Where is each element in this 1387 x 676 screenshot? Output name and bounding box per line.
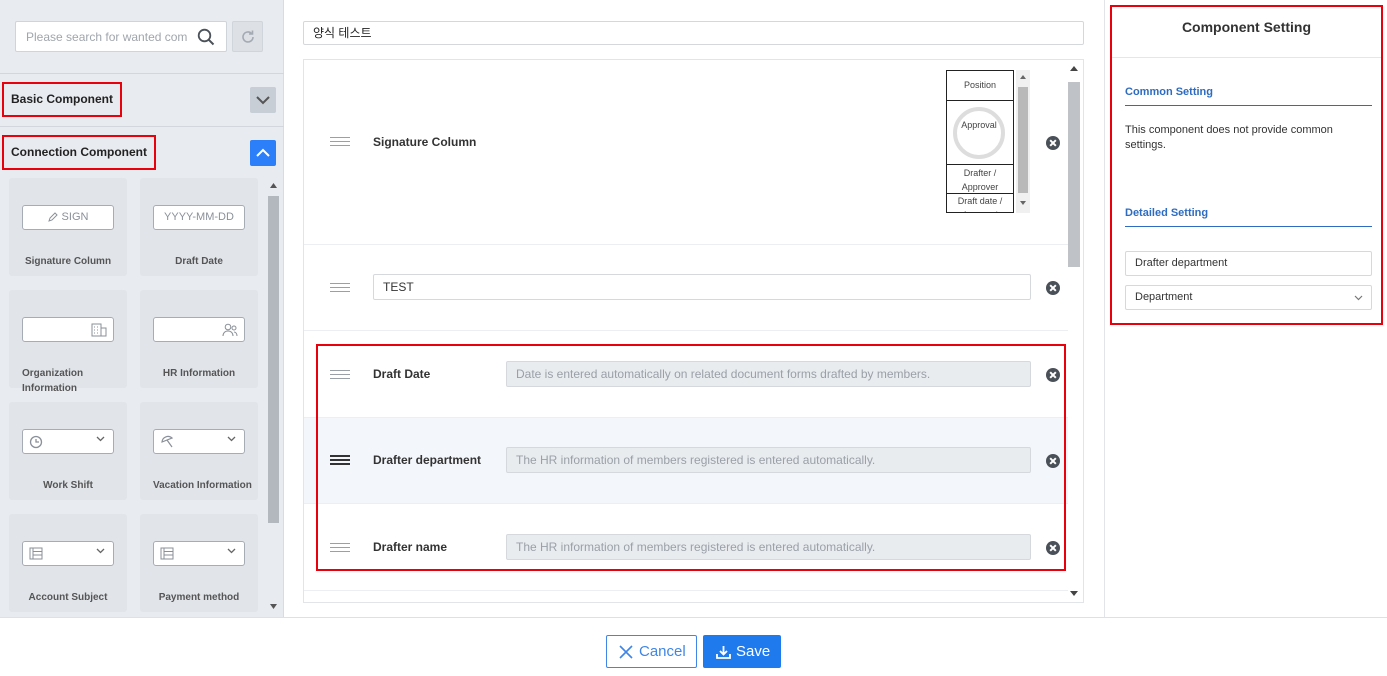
scroll-up-arrow-icon[interactable] [1020,75,1026,79]
connection-component-section[interactable]: Connection Component [0,126,284,179]
beach-umbrella-icon [161,435,174,448]
hr-preview [153,317,245,342]
component-card-hr[interactable]: HR Information [140,290,258,388]
list-icon [160,547,174,560]
account-subject-preview [22,541,114,566]
component-label: HR Information [162,368,236,379]
settings-panel: Component Setting Common Setting This co… [1104,0,1387,617]
component-label: Payment method [158,592,240,603]
component-label: Organization Information [22,368,84,394]
settings-highlight-box: Component Setting Common Setting This co… [1110,5,1383,325]
scrollbar-thumb[interactable] [268,196,279,523]
component-palette: Basic Component Connection Component SIG… [0,0,284,617]
organization-preview [22,317,114,342]
component-card-organization[interactable]: Organization Information [9,290,127,394]
remove-row-icon[interactable] [1046,281,1060,295]
form-row-signature[interactable]: Signature Column Position Approval Draft… [304,60,1068,245]
department-select[interactable]: Department [1125,285,1372,310]
chevron-down-icon [256,96,270,105]
form-row-text[interactable]: TEST [304,245,1068,331]
component-label: Signature Column [24,256,112,267]
building-icon [91,323,107,337]
scroll-up-arrow-icon[interactable] [270,183,277,188]
connection-component-label[interactable]: Connection Component [2,135,156,170]
common-setting-text: This component does not provide common s… [1125,124,1333,151]
component-card-payment-method[interactable]: Payment method [140,514,258,612]
list-icon [29,547,43,560]
palette-scrollbar[interactable] [267,178,280,615]
form-builder: Basic Component Connection Component SIG… [0,0,1387,676]
scroll-down-arrow-icon[interactable] [270,604,277,609]
sig-date: Draft date / Approval [957,196,1003,212]
people-icon [222,323,238,337]
component-card-account-subject[interactable]: Account Subject [9,514,127,612]
component-search[interactable] [15,21,227,52]
chevron-down-icon [1354,295,1363,301]
component-label: Account Subject [28,592,108,603]
drag-handle-icon[interactable] [330,283,350,293]
cancel-button[interactable]: Cancel [606,635,697,668]
scroll-down-arrow-icon[interactable] [1070,591,1078,596]
component-grid: SIGN Signature Column YYYY-MM-DD Draft D… [9,178,265,615]
close-icon [619,645,633,659]
save-button[interactable]: Save [703,635,781,668]
component-card-draft-date[interactable]: YYYY-MM-DD Draft Date [140,178,258,276]
work-shift-preview [22,429,114,454]
component-label: Vacation Information [153,480,252,491]
download-icon [716,646,731,659]
scroll-down-arrow-icon[interactable] [1020,201,1026,205]
vacation-preview [153,429,245,454]
component-card-work-shift[interactable]: Work Shift [9,402,127,500]
clock-icon [29,435,43,449]
select-value: Department [1135,291,1193,303]
label-input[interactable]: Drafter department [1125,251,1372,276]
date-preview: YYYY-MM-DD [153,205,245,230]
chevron-down-icon [96,436,105,442]
payment-method-preview [153,541,245,566]
settings-title: Component Setting [1112,7,1381,58]
sig-stamp: Approval [953,107,1005,159]
scroll-up-arrow-icon[interactable] [1070,66,1078,71]
connection-collapse-toggle[interactable] [250,140,276,166]
refresh-button[interactable] [232,21,263,52]
basic-collapse-toggle[interactable] [250,87,276,113]
scrollbar-thumb[interactable] [1018,87,1028,193]
chevron-down-icon [227,436,236,442]
basic-component-label[interactable]: Basic Component [2,82,123,117]
component-label: Draft Date [175,256,223,267]
basic-component-section[interactable]: Basic Component [0,73,284,126]
pencil-icon [48,212,58,222]
signature-preview-box: Position Approval Drafter / Approver Dra… [946,70,1014,213]
chevron-up-icon [256,148,270,157]
highlight-box-rows [316,344,1066,571]
signature-preview: SIGN [22,205,114,230]
sig-role: Drafter / Approver [947,165,1013,194]
signature-scrollbar[interactable] [1016,70,1030,213]
chevron-down-icon [96,548,105,554]
refresh-icon [242,30,254,43]
chevron-down-icon [227,548,236,554]
sig-position: Position [947,71,1013,101]
search-icon[interactable] [197,28,215,46]
component-card-signature[interactable]: SIGN Signature Column [9,178,127,276]
scrollbar-thumb[interactable] [1068,82,1080,267]
common-setting-heading: Common Setting [1125,86,1372,106]
canvas-scrollbar[interactable] [1066,60,1082,602]
search-input[interactable] [16,22,188,51]
remove-row-icon[interactable] [1046,136,1060,150]
text-field[interactable]: TEST [373,274,1031,300]
sig-stamp-cell: Approval [947,101,1013,165]
drag-handle-icon[interactable] [330,137,350,147]
form-title-input[interactable]: 양식 테스트 [303,21,1084,45]
row-label: Signature Column [373,135,477,149]
component-label: Work Shift [43,480,93,491]
detailed-setting-heading: Detailed Setting [1125,207,1372,227]
component-card-vacation[interactable]: Vacation Information [140,402,258,500]
footer-bar: Cancel Save [0,617,1387,676]
